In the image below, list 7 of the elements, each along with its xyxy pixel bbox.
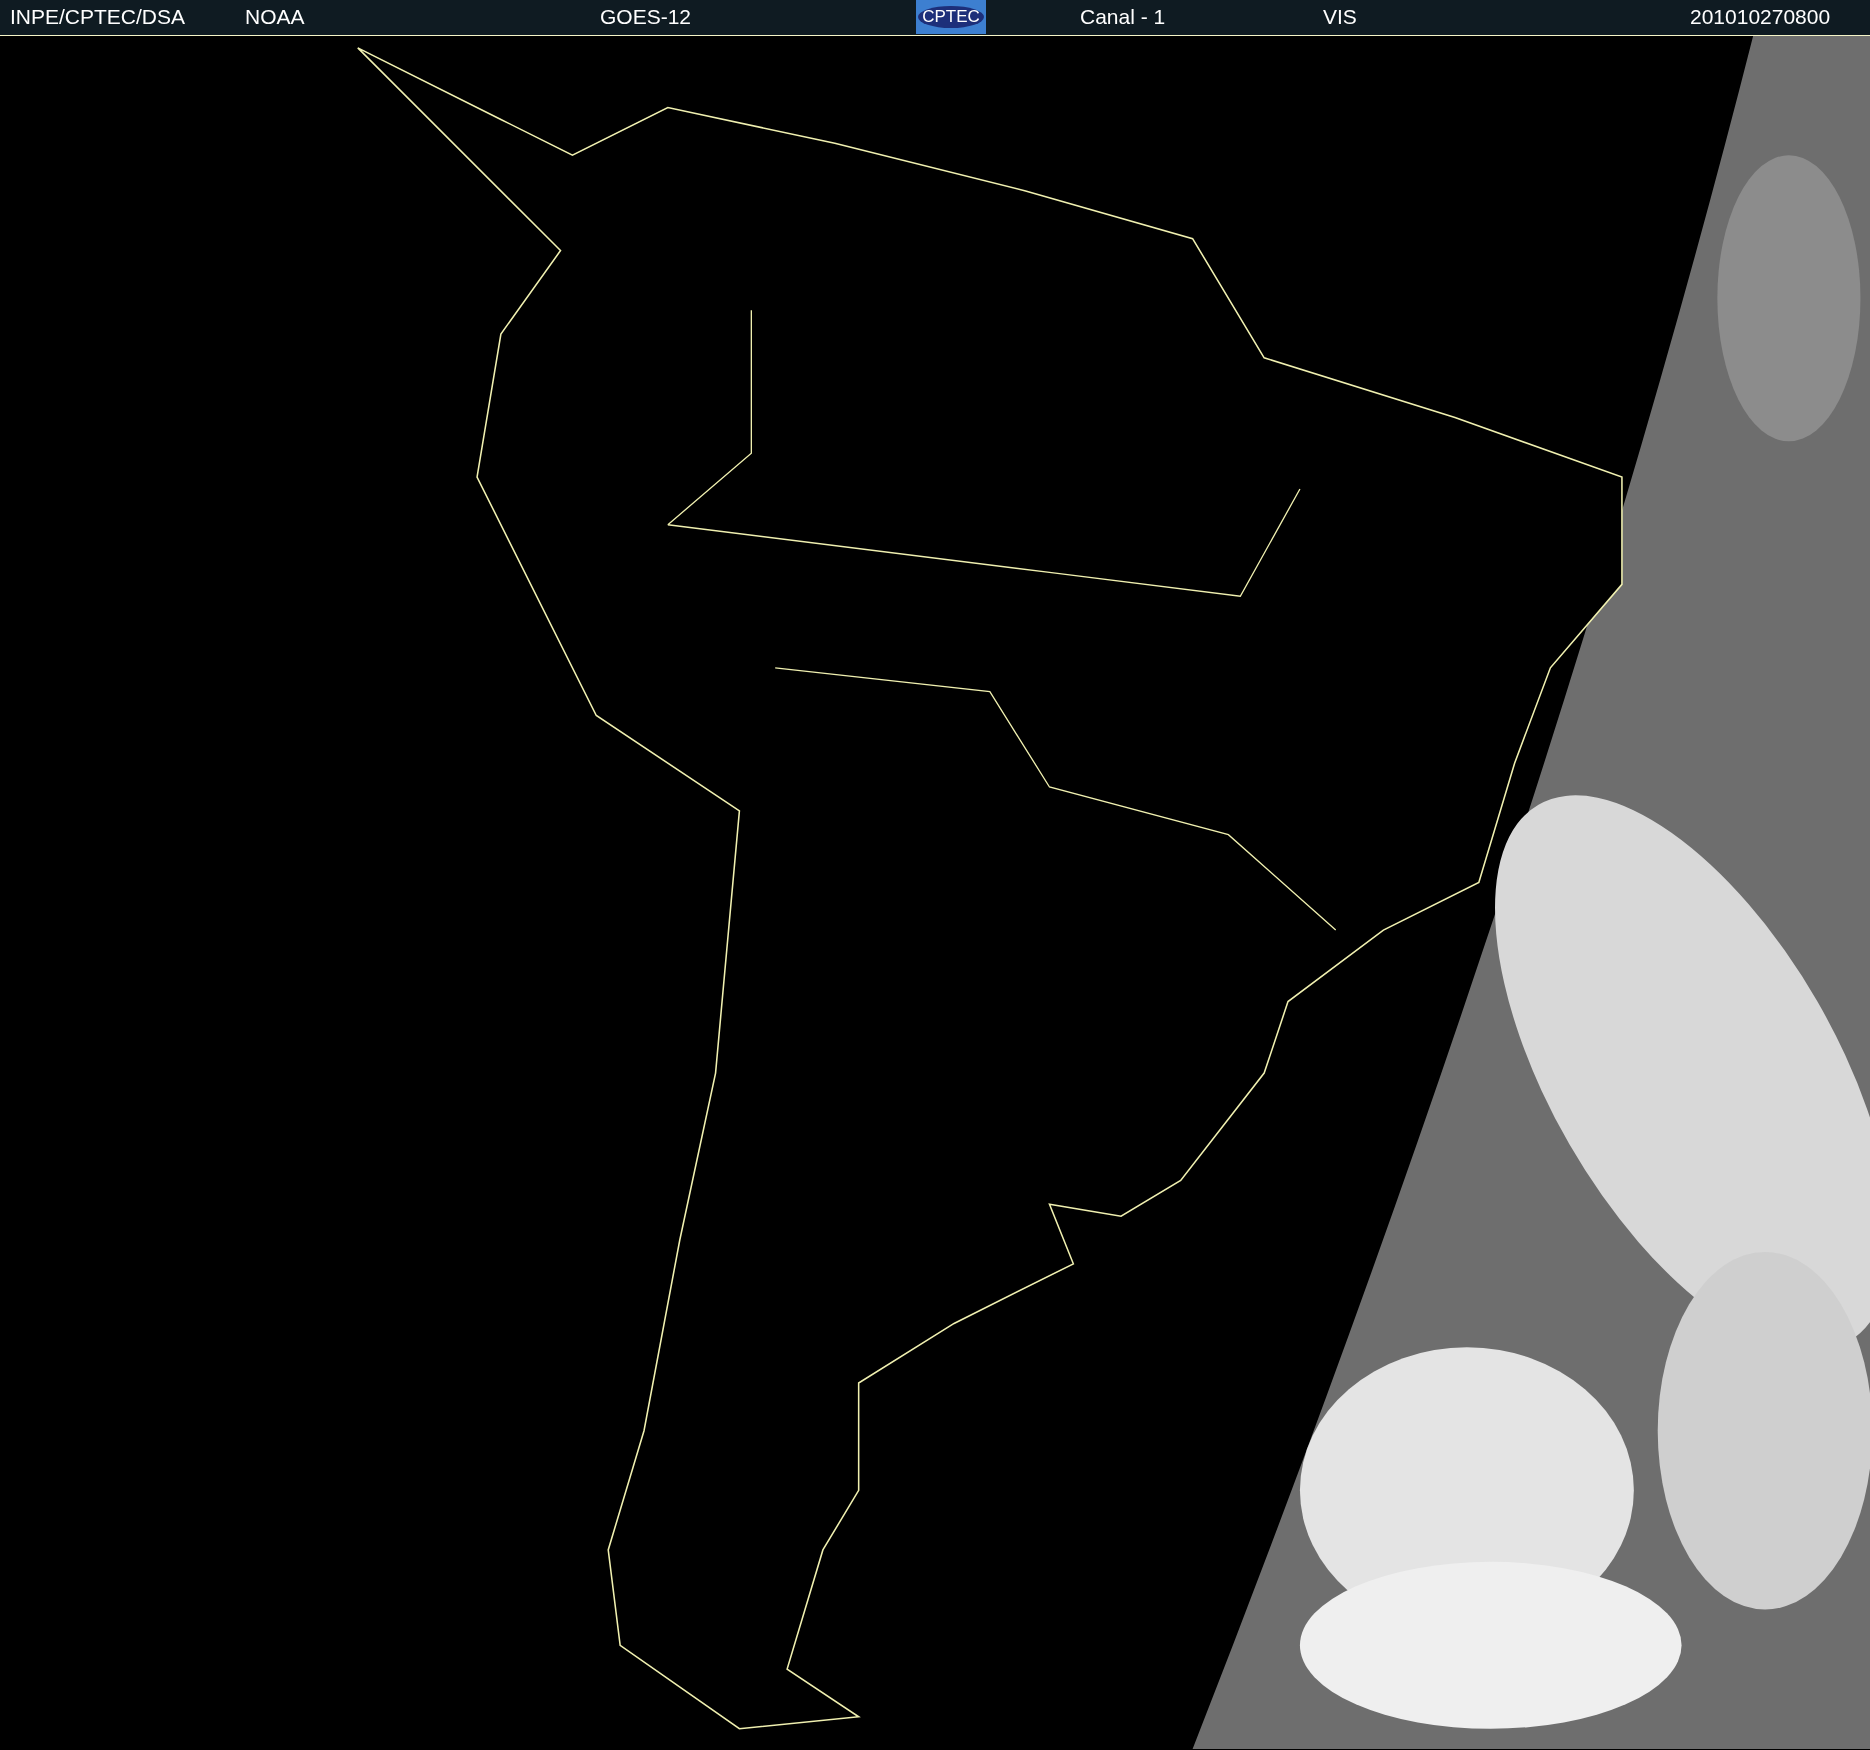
header-label: GOES-12 bbox=[600, 5, 692, 29]
header-label: Canal - 1 bbox=[1080, 5, 1166, 29]
header-label: INPE/CPTEC/DSA bbox=[10, 5, 186, 29]
cptec-logo: CPTEC bbox=[916, 0, 986, 34]
header-label: NOAA bbox=[245, 5, 305, 29]
header-label: VIS bbox=[1323, 5, 1357, 29]
header-label: 201010270800 bbox=[1690, 5, 1831, 29]
